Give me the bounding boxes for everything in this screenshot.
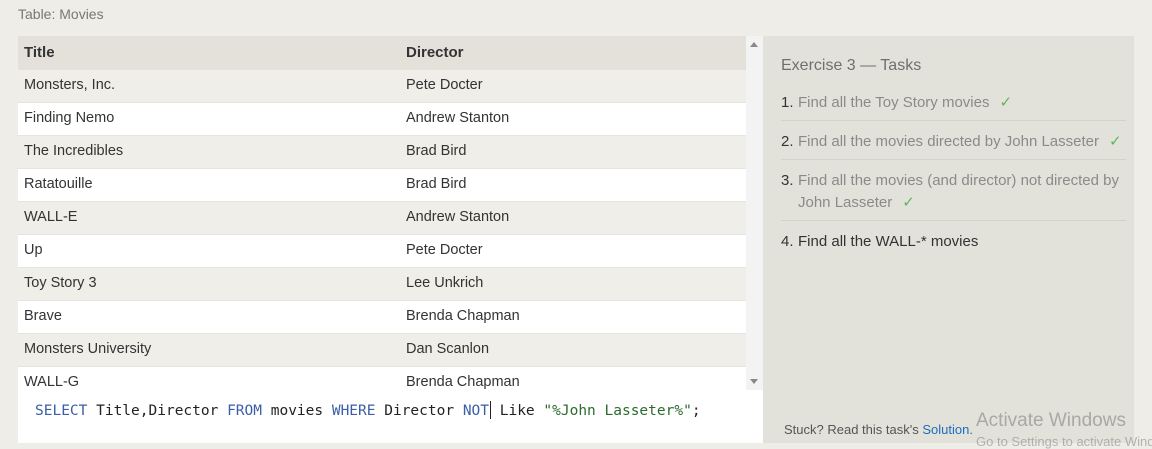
tasks-title: Exercise 3 — Tasks bbox=[781, 57, 922, 74]
cell-title: Monsters, Inc. bbox=[24, 77, 116, 93]
table-row: Brave Brenda Chapman bbox=[18, 301, 746, 334]
task-text: Find all the WALL-* movies bbox=[798, 233, 979, 250]
sql-token-str: "%John Lasseter%" bbox=[543, 403, 692, 419]
cell-title: The Incredibles bbox=[24, 143, 124, 159]
sql-token-kw: FROM bbox=[227, 403, 262, 419]
cell-director: Brad Bird bbox=[406, 143, 467, 159]
column-header-title[interactable]: Title bbox=[24, 36, 55, 70]
task-item: 1. Find all the Toy Story movies ✓ bbox=[781, 91, 1126, 121]
cell-director: Brenda Chapman bbox=[406, 308, 520, 324]
table-row: The Incredibles Brad Bird bbox=[18, 136, 746, 169]
cell-title: WALL-E bbox=[24, 209, 78, 225]
sql-token-plain: ; bbox=[691, 403, 701, 419]
tasks-panel: Exercise 3 — Tasks 1. Find all the Toy St… bbox=[763, 36, 1134, 443]
activate-windows-subtext: Go to Settings to activate Windows. bbox=[976, 434, 1152, 449]
cell-director: Pete Docter bbox=[406, 242, 483, 258]
stuck-text: Stuck? Read this task's bbox=[784, 422, 919, 437]
checkmark-icon: ✓ bbox=[902, 194, 915, 211]
sql-token-plain: Like bbox=[491, 403, 544, 419]
cell-director: Pete Docter bbox=[406, 77, 483, 93]
sql-token-kw: SELECT bbox=[35, 403, 88, 419]
task-text: Find all the movies directed by John Las… bbox=[798, 133, 1099, 150]
cell-director: Lee Unkrich bbox=[406, 275, 484, 291]
table-row: Monsters University Dan Scanlon bbox=[18, 334, 746, 367]
sql-token-kw: NOT bbox=[462, 403, 490, 419]
checkmark-icon: ✓ bbox=[1109, 133, 1122, 150]
table-row: Monsters, Inc. Pete Docter bbox=[18, 70, 746, 103]
task-item: 4. Find all the WALL-* movies bbox=[781, 230, 1126, 259]
scroll-up-icon[interactable] bbox=[750, 42, 758, 47]
sql-token-plain: movies bbox=[262, 403, 332, 419]
query-text[interactable]: SELECT Title,Director FROM movies WHERE … bbox=[35, 401, 701, 419]
sql-token-kw: WHERE bbox=[331, 403, 376, 419]
activate-windows-watermark: Activate Windows bbox=[976, 410, 1126, 431]
table-row: Finding Nemo Andrew Stanton bbox=[18, 103, 746, 136]
cell-title: Finding Nemo bbox=[24, 110, 115, 126]
scroll-down-icon[interactable] bbox=[750, 379, 758, 384]
task-number: 2. bbox=[781, 133, 794, 150]
cell-title: Brave bbox=[24, 308, 62, 324]
task-list: 1. Find all the Toy Story movies ✓ 2. Find a… bbox=[781, 91, 1126, 268]
task-text: Find all the movies (and director) not d… bbox=[798, 172, 1119, 211]
cell-title: Toy Story 3 bbox=[24, 275, 97, 291]
task-text: Find all the Toy Story movies bbox=[798, 94, 990, 111]
cell-title: WALL-G bbox=[24, 374, 80, 390]
solution-link[interactable]: Solution. bbox=[922, 422, 973, 437]
cell-title: Up bbox=[24, 242, 43, 258]
cell-director: Dan Scanlon bbox=[406, 341, 490, 357]
task-number: 4. bbox=[781, 233, 794, 250]
task-item: 2. Find all the movies directed by John L… bbox=[781, 130, 1126, 160]
table-body: Monsters, Inc. Pete Docter Finding Nemo And… bbox=[18, 70, 746, 390]
cell-director: Andrew Stanton bbox=[406, 110, 510, 126]
table-row: Up Pete Docter bbox=[18, 235, 746, 268]
table-row: Ratatouille Brad Bird bbox=[18, 169, 746, 202]
checkmark-icon: ✓ bbox=[999, 94, 1013, 111]
sql-token-plain: Director bbox=[375, 403, 463, 419]
table-row: Toy Story 3 Lee Unkrich bbox=[18, 268, 746, 301]
cell-director: Andrew Stanton bbox=[406, 209, 510, 225]
cell-director: Brad Bird bbox=[406, 176, 467, 192]
table-header: Title Director bbox=[18, 36, 746, 71]
table-row: WALL-E Andrew Stanton bbox=[18, 202, 746, 235]
cell-title: Monsters University bbox=[24, 341, 152, 357]
query-editor[interactable]: SELECT Title,Director FROM movies WHERE … bbox=[18, 390, 763, 443]
task-number: 1. bbox=[781, 94, 794, 111]
task-item: 3. Find all the movies (and director) not… bbox=[781, 169, 1126, 221]
sql-token-plain: Title,Director bbox=[87, 403, 228, 419]
column-header-director[interactable]: Director bbox=[406, 36, 464, 70]
table-title: Table: Movies bbox=[18, 6, 104, 22]
stuck-hint: Stuck? Read this task's Solution. bbox=[784, 422, 973, 437]
results-table: Title Director Monsters, Inc. Pete Docter… bbox=[18, 36, 763, 390]
table-scrollbar[interactable] bbox=[746, 36, 763, 390]
task-number: 3. bbox=[781, 172, 794, 189]
table-row: WALL-G Brenda Chapman bbox=[18, 367, 746, 390]
cell-director: Brenda Chapman bbox=[406, 374, 520, 390]
cell-title: Ratatouille bbox=[24, 176, 93, 192]
